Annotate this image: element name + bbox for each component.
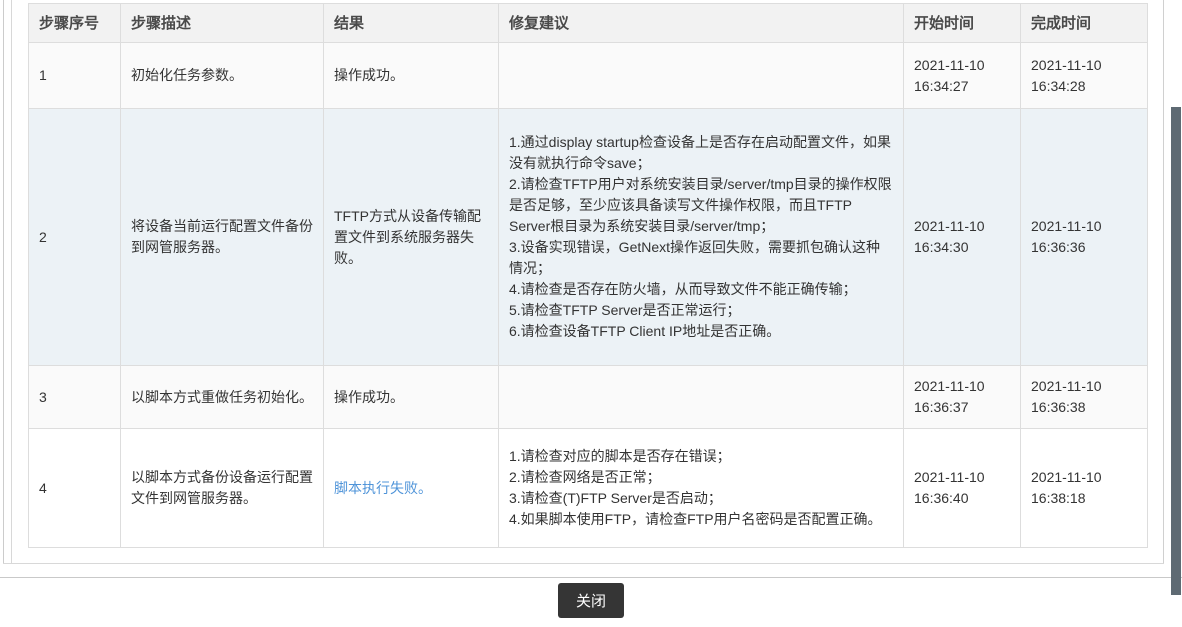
- repair-advice-line: 1.通过display startup检查设备上是否存在启动配置文件，如果没有就…: [509, 134, 891, 171]
- result-failure-link[interactable]: 脚本执行失败。: [334, 480, 432, 496]
- cell-end-time: 2021-11-10 16:38:18: [1020, 428, 1148, 548]
- repair-advice-line: 3.请检查(T)FTP Server是否启动；: [509, 490, 722, 506]
- cell-step-index: 3: [28, 365, 121, 429]
- close-button[interactable]: 关闭: [557, 583, 625, 618]
- repair-advice-line: 6.请检查设备TFTP Client IP地址是否正确。: [509, 323, 781, 339]
- table-row: 2 将设备当前运行配置文件备份到网管服务器。 TFTP方式从设备传输配置文件到系统服…: [28, 108, 1148, 366]
- cell-step-index: 2: [28, 108, 121, 366]
- cell-repair-advice: [498, 42, 904, 109]
- task-steps-panel: 步骤序号 步骤描述 结果 修复建议 开始时间 完成时间 1 初始化任务参数。 操作成功。 202…: [28, 3, 1148, 548]
- cell-result: 脚本执行失败。: [323, 428, 499, 548]
- column-header-desc: 步骤描述: [120, 3, 324, 43]
- cell-result: TFTP方式从设备传输配置文件到系统服务器失败。: [323, 108, 499, 366]
- cell-step-description: 以脚本方式备份设备运行配置文件到网管服务器。: [120, 428, 324, 548]
- cell-start-time: 2021-11-10 16:34:30: [903, 108, 1021, 366]
- cell-step-description: 将设备当前运行配置文件备份到网管服务器。: [120, 108, 324, 366]
- table-row: 1 初始化任务参数。 操作成功。 2021-11-10 16:34:27 2021-11…: [28, 42, 1148, 109]
- cell-step-index: 4: [28, 428, 121, 548]
- cell-result: 操作成功。: [323, 365, 499, 429]
- repair-advice-line: 1.请检查对应的脚本是否存在错误；: [509, 448, 731, 464]
- cell-step-description: 以脚本方式重做任务初始化。: [120, 365, 324, 429]
- vertical-scrollbar-thumb[interactable]: [1171, 107, 1181, 595]
- repair-advice-line: 2.请检查TFTP用户对系统安装目录/server/tmp目录的操作权限是否足够…: [509, 176, 892, 234]
- column-header-end: 完成时间: [1020, 3, 1148, 43]
- steps-table: 步骤序号 步骤描述 结果 修复建议 开始时间 完成时间 1 初始化任务参数。 操作成功。 202…: [28, 3, 1148, 548]
- column-header-result: 结果: [323, 3, 499, 43]
- column-header-step: 步骤序号: [28, 3, 121, 43]
- cell-repair-advice: [498, 365, 904, 429]
- footer-divider: [0, 577, 1182, 578]
- cell-end-time: 2021-11-10 16:36:36: [1020, 108, 1148, 366]
- repair-advice-line: 4.如果脚本使用FTP，请检查FTP用户名密码是否配置正确。: [509, 511, 882, 527]
- cell-start-time: 2021-11-10 16:36:40: [903, 428, 1021, 548]
- repair-advice-line: 4.请检查是否存在防火墙，从而导致文件不能正确传输；: [509, 281, 857, 297]
- cell-step-description: 初始化任务参数。: [120, 42, 324, 109]
- table-row: 3 以脚本方式重做任务初始化。 操作成功。 2021-11-10 16:36:37 20…: [28, 365, 1148, 429]
- steps-table-header: 步骤序号 步骤描述 结果 修复建议 开始时间 完成时间: [28, 3, 1148, 43]
- panel-right-border: [1163, 0, 1164, 563]
- cell-result: 操作成功。: [323, 42, 499, 109]
- cell-end-time: 2021-11-10 16:36:38: [1020, 365, 1148, 429]
- cell-end-time: 2021-11-10 16:34:28: [1020, 42, 1148, 109]
- table-row: 4 以脚本方式备份设备运行配置文件到网管服务器。 脚本执行失败。 1.请检查对应的脚本…: [28, 428, 1148, 548]
- repair-advice-line: 2.请检查网络是否正常；: [509, 469, 661, 485]
- column-header-advice: 修复建议: [498, 3, 904, 43]
- panel-bottom-border: [3, 563, 1164, 564]
- cell-start-time: 2021-11-10 16:34:27: [903, 42, 1021, 109]
- column-header-start: 开始时间: [903, 3, 1021, 43]
- cell-repair-advice: 1.请检查对应的脚本是否存在错误； 2.请检查网络是否正常； 3.请检查(T)FTP…: [498, 428, 904, 548]
- cell-repair-advice: 1.通过display startup检查设备上是否存在启动配置文件，如果没有就…: [498, 108, 904, 366]
- cell-start-time: 2021-11-10 16:36:37: [903, 365, 1021, 429]
- dialog-left-border: [3, 0, 4, 563]
- panel-left-border: [11, 0, 12, 563]
- repair-advice-line: 3.设备实现错误，GetNext操作返回失败，需要抓包确认这种情况；: [509, 239, 881, 276]
- repair-advice-line: 5.请检查TFTP Server是否正常运行；: [509, 302, 741, 318]
- cell-step-index: 1: [28, 42, 121, 109]
